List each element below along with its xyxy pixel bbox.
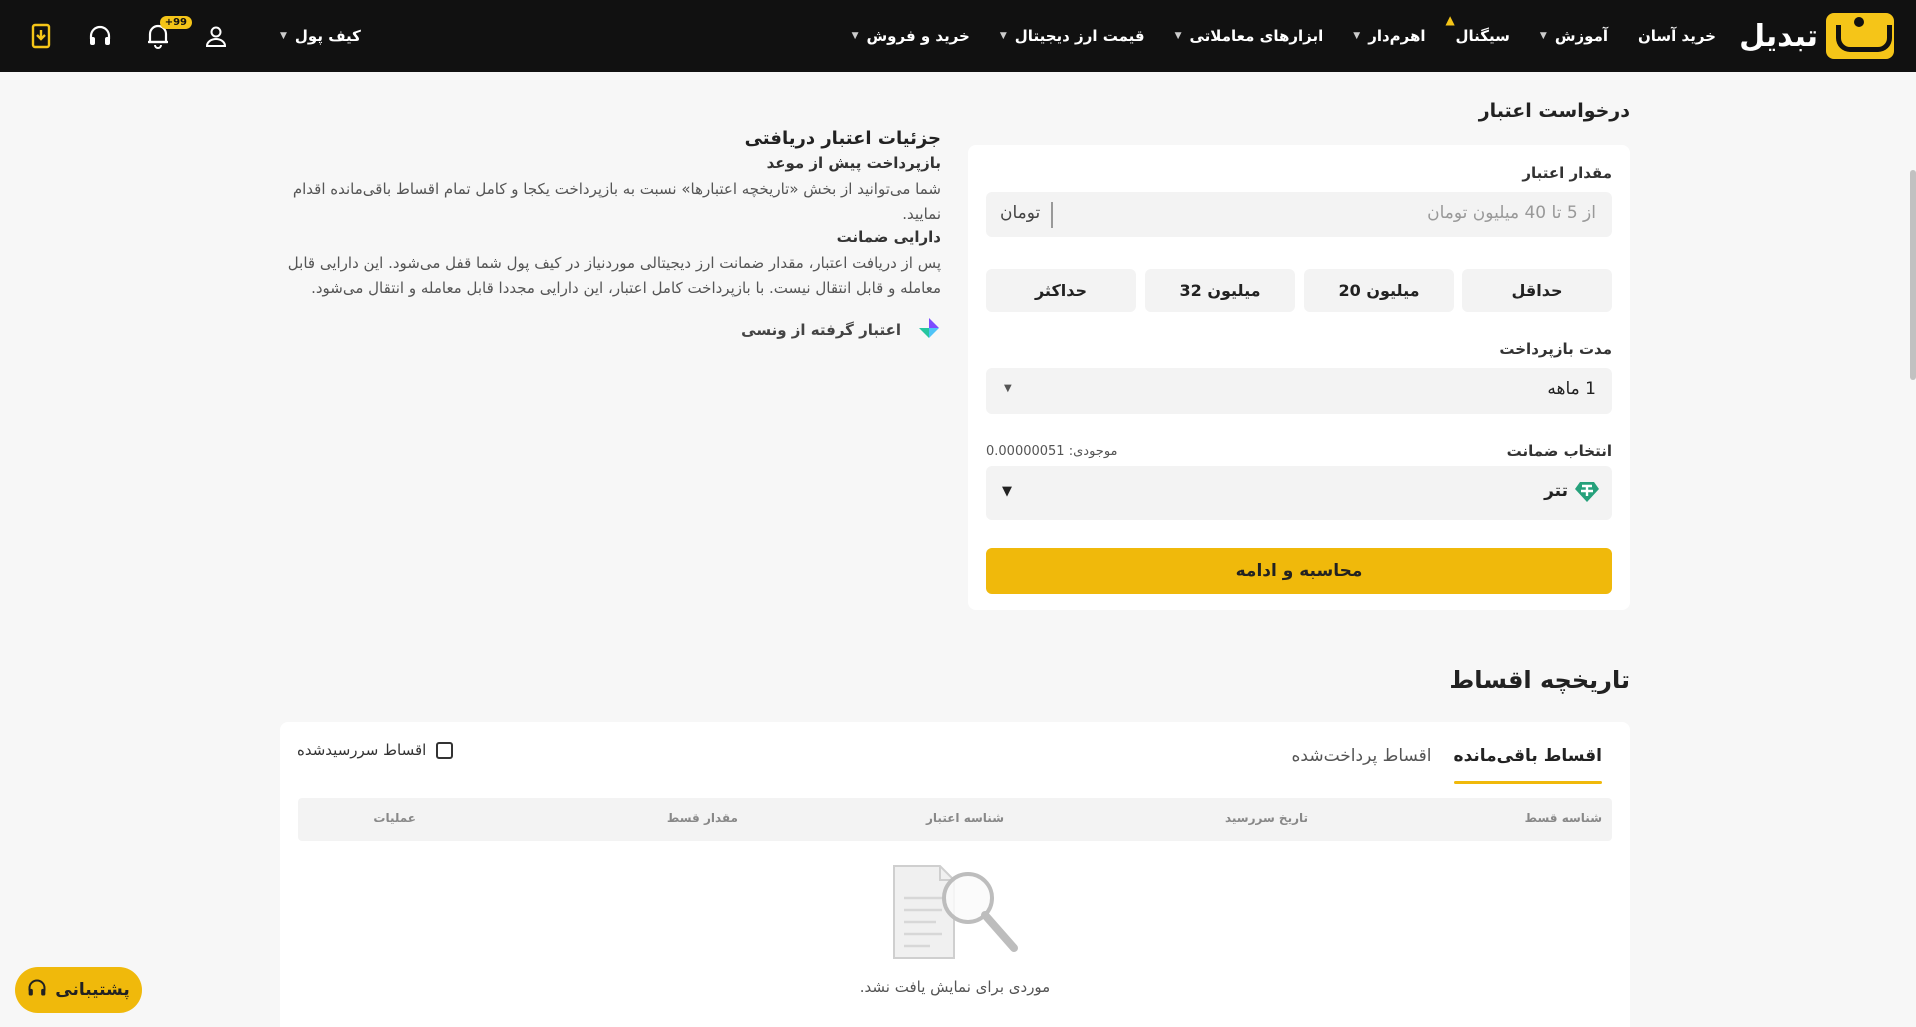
- support-button[interactable]: پشتیبانی: [15, 967, 142, 1013]
- installments-title: تاریخچه اقساط: [1449, 666, 1630, 694]
- tab-remaining-installments[interactable]: اقساط باقی‌مانده: [1453, 746, 1603, 784]
- tether-icon: [1574, 480, 1600, 508]
- headset-icon: [27, 978, 47, 1003]
- overdue-filter[interactable]: اقساط سررسیدشده: [297, 741, 454, 759]
- repayment-select[interactable]: ▼ 1 ماهه: [986, 368, 1612, 414]
- headset-icon[interactable]: [86, 22, 114, 50]
- preset-32m-button[interactable]: 32 میلیون: [1145, 269, 1295, 312]
- logo[interactable]: تبدیل: [1739, 12, 1894, 60]
- chevron-down-icon: ▼: [1002, 484, 1012, 499]
- preset-min-button[interactable]: حداقل: [1462, 269, 1612, 312]
- installments-table-header: شناسه قسط تاریخ سررسید شناسه اعتبار مقدا…: [298, 798, 1612, 841]
- collateral-asset-title: دارایی ضمانت: [836, 228, 941, 246]
- col-actions: عملیات: [373, 811, 416, 825]
- collateral-value: تتر: [1544, 481, 1568, 501]
- overdue-checkbox[interactable]: [436, 741, 454, 759]
- empty-state-text: موردی برای نمایش یافت نشد.: [859, 978, 1051, 996]
- nav-easy-buy[interactable]: خرید آسان: [1638, 27, 1716, 45]
- nav-trading-tools[interactable]: ابزارهای معاملاتی ▼: [1175, 27, 1324, 45]
- user-icon[interactable]: [202, 22, 230, 50]
- top-navbar: تبدیل خرید و فروش ▼ قیمت ارز دیجیتال ▼ ا…: [0, 0, 1916, 72]
- nav-crypto-prices[interactable]: قیمت ارز دیجیتال ▼: [1000, 27, 1145, 45]
- notification-badge: +99: [159, 16, 192, 29]
- credit-details-title: جزئیات اعتبار دریافتی: [744, 128, 941, 149]
- repayment-value: 1 ماهه: [1547, 379, 1596, 399]
- chevron-down-icon: ▼: [1004, 383, 1012, 394]
- preset-20m-button[interactable]: 20 میلیون: [1304, 269, 1454, 312]
- page-scrollbar[interactable]: [1910, 170, 1916, 380]
- chevron-down-icon: ▼: [999, 31, 1007, 41]
- collateral-select[interactable]: ▼ تتر: [986, 466, 1612, 520]
- text-cursor: [1051, 202, 1053, 228]
- early-repayment-text: شما می‌توانید از بخش «تاریخچه اعتبارها» …: [292, 180, 941, 223]
- chevron-down-icon: ▼: [1539, 31, 1547, 41]
- logo-text: تبدیل: [1739, 18, 1818, 54]
- main-nav: خرید و فروش ▼ قیمت ارز دیجیتال ▼ ابزارها…: [852, 0, 1716, 72]
- chevron-down-icon: ▼: [280, 31, 287, 41]
- fire-icon: ▲: [1445, 13, 1455, 27]
- nav-buy-sell[interactable]: خرید و فروش ▼: [852, 27, 970, 45]
- tab-paid-installments[interactable]: اقساط پرداخت‌شده: [1292, 746, 1432, 784]
- support-label: پشتیبانی: [55, 980, 130, 1000]
- balance-info: موجودی: 0.00000051: [986, 444, 1118, 459]
- amount-input[interactable]: از 5 تا 40 میلیون تومان: [1427, 203, 1596, 223]
- col-installment-amount: مقدار قسط: [666, 811, 738, 825]
- col-due-date: تاریخ سررسید: [1224, 811, 1308, 825]
- credit-request-title: درخواست اعتبار: [1478, 100, 1630, 122]
- provider-info: اعتبار گرفته از ونسی: [741, 316, 941, 344]
- nav-signal[interactable]: سیگنال ▲: [1446, 13, 1510, 45]
- calculate-continue-button[interactable]: محاسبه و ادامه: [986, 548, 1612, 594]
- empty-state-icon: [890, 858, 1020, 967]
- overdue-label: اقساط سررسیدشده: [297, 741, 427, 759]
- provider-text: اعتبار گرفته از ونسی: [741, 321, 901, 339]
- repayment-label: مدت بازپرداخت: [1499, 340, 1612, 358]
- col-credit-id: شناسه اعتبار: [926, 811, 1004, 825]
- col-installment-id: شناسه قسط: [1524, 811, 1602, 825]
- header-actions: +99 ▼ کیف پول: [28, 0, 361, 72]
- collateral-asset-text: پس از دریافت اعتبار، مقدار ضمانت ارز دیج…: [287, 254, 941, 297]
- chevron-down-icon: ▼: [1353, 31, 1361, 41]
- amount-unit: تومان: [1000, 203, 1041, 223]
- collateral-label: انتخاب ضمانت: [1506, 442, 1612, 460]
- chevron-down-icon: ▼: [1174, 31, 1182, 41]
- early-repayment-title: بازپرداخت پیش از موعد: [766, 154, 941, 172]
- logo-mark-icon: [1826, 13, 1894, 59]
- notification-bell-icon[interactable]: +99: [144, 16, 192, 50]
- vancy-logo-icon: [917, 316, 941, 344]
- nav-education[interactable]: آموزش ▼: [1540, 27, 1608, 45]
- installment-tabs: اقساط باقی‌مانده اقساط پرداخت‌شده: [1292, 746, 1603, 786]
- nav-leverage[interactable]: اهرم‌دار ▼: [1353, 27, 1425, 45]
- balance-value: 0.00000051: [986, 444, 1065, 459]
- preset-max-button[interactable]: حداکثر: [986, 269, 1136, 312]
- chevron-down-icon: ▼: [851, 31, 859, 41]
- wallet-menu[interactable]: ▼ کیف پول: [280, 27, 361, 45]
- balance-label: موجودی:: [1068, 444, 1118, 459]
- amount-label: مقدار اعتبار: [1522, 164, 1612, 182]
- app-download-icon[interactable]: [28, 22, 56, 50]
- amount-field[interactable]: تومان از 5 تا 40 میلیون تومان: [986, 192, 1612, 237]
